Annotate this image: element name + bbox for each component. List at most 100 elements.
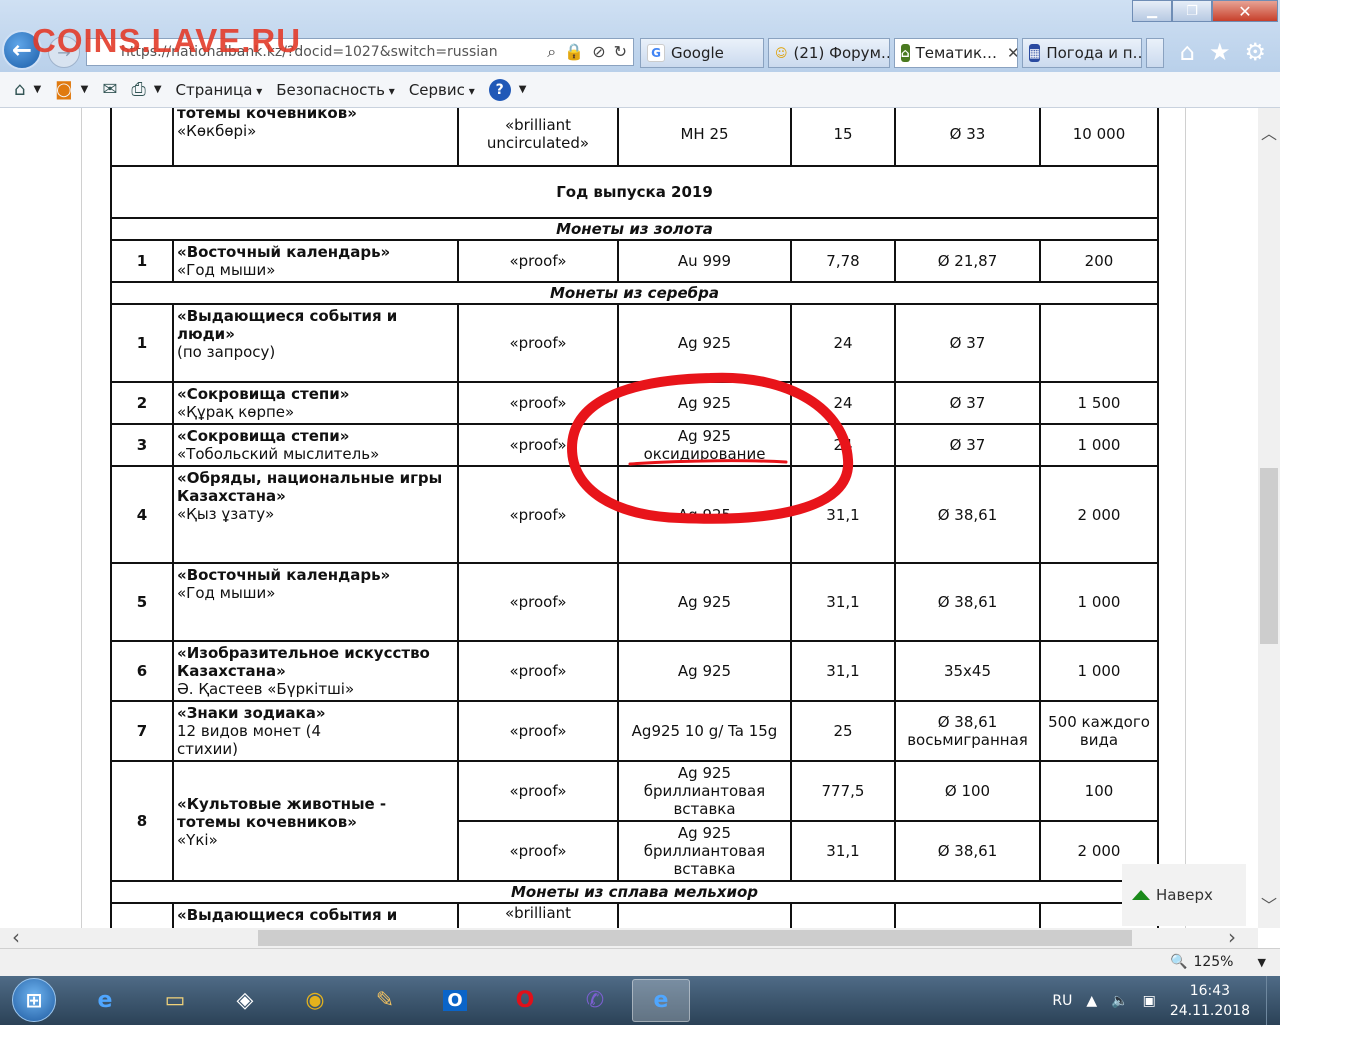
tab-label: (21) Форум… [793, 44, 890, 62]
table-row: «Выдающиеся события и «brilliant [110, 902, 1159, 928]
block-icon[interactable]: ⊘ [592, 42, 605, 62]
table-cell-mintage: 1 000 [1039, 562, 1159, 642]
table-cell-name: «Сокровища степи» «Тобольский мыслитель» [172, 423, 459, 467]
tray-expand-icon[interactable]: ▲ [1086, 993, 1097, 1009]
table-cell-quality: «proof» [457, 465, 619, 564]
search-icon[interactable]: ⌕ [547, 42, 556, 62]
table-cell-diameter: Ø 37 [894, 381, 1041, 425]
table-cell-name: «Обряды, национальные игры Казахстана» «Қ… [172, 465, 459, 564]
tab-close-icon[interactable]: ✕ [1007, 44, 1017, 62]
home-icon[interactable]: ⌂ [1180, 38, 1195, 66]
close-window-button[interactable]: ✕ [1212, 0, 1278, 22]
folder-icon: ▭ [164, 988, 186, 1013]
scroll-up-icon[interactable]: ︿ [1261, 120, 1277, 144]
menu-page[interactable]: Страница [176, 81, 263, 99]
table-cell-mintage: 2 000 [1039, 465, 1159, 564]
chevron-down-icon[interactable]: ▼ [154, 84, 162, 95]
table-cell-weight: 24 [790, 423, 896, 467]
start-button[interactable]: ⊞ [12, 978, 56, 1022]
taskbar-explorer[interactable]: ▭ [146, 979, 204, 1022]
table-cell-diameter: Ø 38,61 [894, 820, 1041, 882]
mail-icon[interactable]: ✉ [102, 79, 117, 100]
table-cell-num: 4 [110, 465, 174, 564]
table-cell-metal: Ag 925 бриллиантовая вставка [617, 820, 792, 882]
section-silver-title: Монеты из серебра [110, 281, 1159, 305]
table-row: 4 «Обряды, национальные игры Казахстана»… [110, 465, 1159, 564]
taskbar-ie[interactable]: e [76, 979, 134, 1022]
scroll-left-icon[interactable]: ‹ [12, 925, 20, 949]
back-to-top-link[interactable]: Наверх [1122, 864, 1246, 926]
chevron-down-icon[interactable]: ▼ [1257, 956, 1265, 969]
table-cell-metal: Ag 925 [617, 303, 792, 383]
table-cell-diameter: Ø 100 [894, 760, 1041, 822]
table-cell-metal: Ag925 10 g/ Ta 15g [617, 700, 792, 762]
table-cell-num: 3 [110, 423, 174, 467]
table-cell-name: тотемы кочевников» «Көкбөрі» [172, 108, 459, 167]
tab-label: Погода и п… [1046, 44, 1142, 62]
chevron-down-icon[interactable]: ▼ [33, 84, 41, 95]
table-cell-quality: «proof» [457, 820, 619, 882]
table-cell-diameter: Ø 37 [894, 303, 1041, 383]
scroll-thumb[interactable] [1260, 468, 1278, 644]
refresh-icon[interactable]: ↻ [614, 42, 627, 62]
taskbar-opera[interactable]: O [496, 979, 554, 1022]
menu-tools[interactable]: Сервис [409, 81, 475, 99]
network-icon[interactable]: ▣ [1143, 993, 1156, 1009]
windows-logo-icon: ⊞ [25, 988, 43, 1012]
tab-google[interactable]: G Google [640, 38, 764, 68]
table-cell-mintage [1039, 303, 1159, 383]
table-cell-weight: 25 [790, 700, 896, 762]
table-cell-metal: Ag 925 [617, 562, 792, 642]
settings-gear-icon[interactable]: ⚙ [1244, 38, 1266, 66]
system-tray: RU ▲ 🔈 ▣ 16:43 24.11.2018 [1052, 976, 1250, 1025]
zoom-icon: 🔍 [1170, 954, 1188, 970]
section-cupronickel-title: Монеты из сплава мельхиор [110, 880, 1159, 904]
new-tab-button[interactable] [1146, 38, 1164, 68]
table-cell-weight: 777,5 [790, 760, 896, 822]
tab-weather[interactable]: ▦ Погода и п… [1022, 38, 1142, 68]
minimize-button[interactable]: ▁ [1132, 0, 1172, 22]
clock[interactable]: 16:43 24.11.2018 [1170, 981, 1250, 1021]
taskbar-outlook[interactable]: O [426, 979, 484, 1022]
table-cell-metal: Au 999 [617, 239, 792, 283]
menu-security[interactable]: Безопасность [276, 81, 395, 99]
table-cell-name: «Восточный календарь» «Год мыши» [172, 239, 459, 283]
viber-icon: ✆ [585, 988, 605, 1013]
taskbar-ie-active[interactable]: e [632, 979, 690, 1022]
table-cell-metal: Ag 925 [617, 381, 792, 425]
table-cell-quality: «proof» [457, 423, 619, 467]
tab-forum[interactable]: ☺ (21) Форум… [768, 38, 890, 68]
help-icon[interactable]: ? [488, 78, 511, 101]
vertical-scrollbar[interactable]: ︿ ﹀ [1258, 108, 1280, 928]
scroll-right-icon[interactable]: › [1228, 925, 1236, 949]
volume-icon[interactable]: 🔈 [1111, 993, 1128, 1009]
taskbar-paint[interactable]: ✎ [356, 979, 414, 1022]
table-cell-diameter: Ø 33 [894, 108, 1041, 167]
section-row: Монеты из золота [110, 217, 1159, 241]
smiley-icon: ☺ [775, 46, 788, 60]
favorites-star-icon[interactable]: ★ [1209, 38, 1231, 66]
table-cell-num: 7 [110, 700, 174, 762]
table-cell-mintage: 1 000 [1039, 640, 1159, 702]
bank-icon: ⌂ [901, 44, 910, 62]
language-indicator[interactable]: RU [1052, 993, 1072, 1009]
scroll-thumb[interactable] [258, 930, 1132, 946]
maximize-button[interactable]: ❐ [1172, 0, 1212, 22]
chevron-down-icon[interactable]: ▼ [519, 84, 527, 95]
show-desktop-button[interactable] [1266, 976, 1280, 1025]
rss-feed-icon[interactable]: ◙ [55, 79, 72, 100]
table-cell-mintage: 1 500 [1039, 381, 1159, 425]
taskbar-app-shield[interactable]: ◈ [216, 979, 274, 1022]
table-cell-mintage: 100 [1039, 760, 1159, 822]
tab-thematic[interactable]: ⌂ Тематик… ✕ [894, 38, 1018, 68]
chevron-down-icon[interactable]: ▼ [81, 84, 89, 95]
home-icon[interactable]: ⌂ [14, 79, 25, 100]
zoom-control[interactable]: 🔍 125% ▼ [1170, 954, 1266, 970]
horizontal-scrollbar[interactable]: ‹ › [0, 925, 1258, 949]
print-icon[interactable]: ⎙ [131, 79, 145, 100]
lock-icon[interactable]: 🔒 [564, 42, 584, 62]
scroll-down-icon[interactable]: ﹀ [1261, 892, 1277, 916]
taskbar-chrome[interactable]: ◉ [286, 979, 344, 1022]
table-cell-weight: 31,1 [790, 640, 896, 702]
taskbar-viber[interactable]: ✆ [566, 979, 624, 1022]
